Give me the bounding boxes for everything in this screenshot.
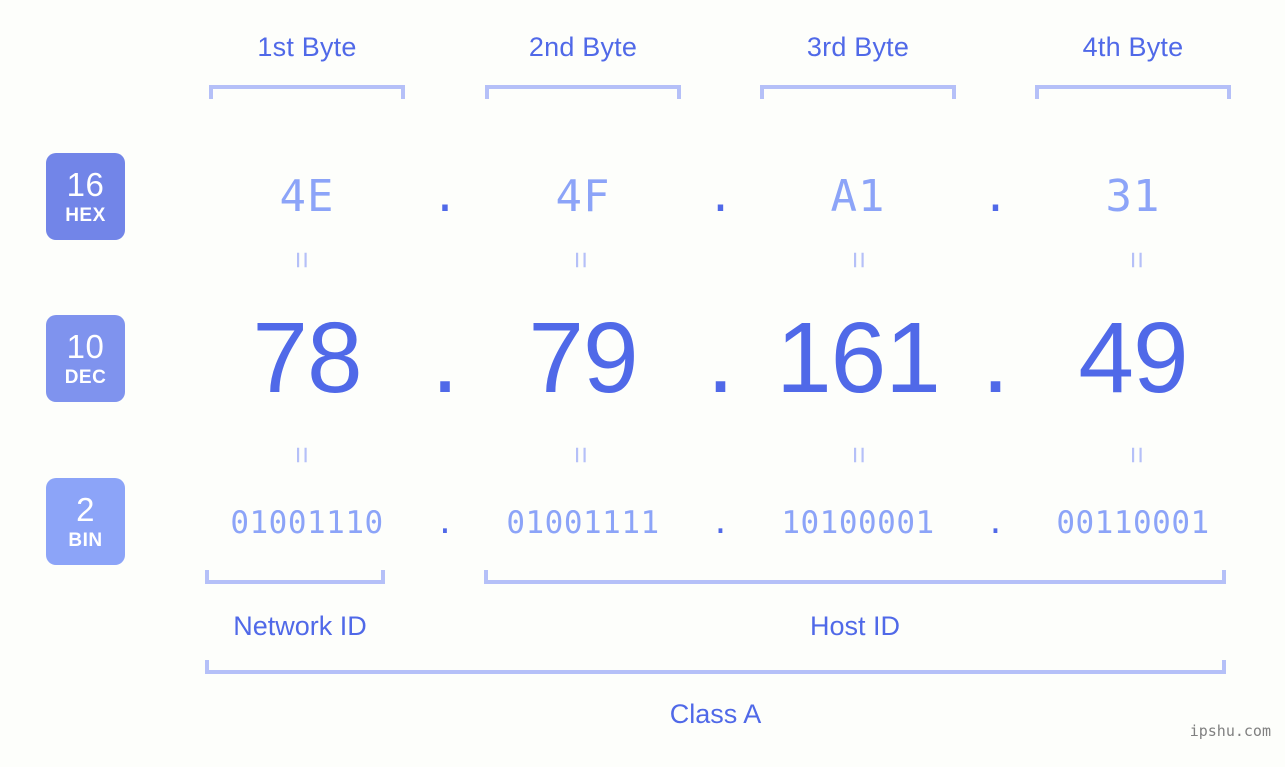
hex-octet-4: 31: [1105, 170, 1161, 222]
byte-header-4: 4th Byte: [1082, 32, 1184, 62]
decimal-octet-4: 49: [1078, 301, 1188, 414]
class-label: Class A: [669, 699, 762, 729]
equals-connector-dec-bin-4: =: [1120, 446, 1153, 464]
ip-address-breakdown-diagram: 1st Byte 2nd Byte 3rd Byte 4th Byte 16 H…: [0, 0, 1285, 767]
hex-separator-3: .: [982, 170, 1009, 222]
binary-separator-2: .: [711, 504, 730, 541]
host-id-bracket: [484, 570, 1226, 584]
base-badge-dec-abbr: DEC: [64, 367, 107, 388]
base-badge-bin-number: 2: [76, 491, 95, 528]
base-badge-hex: 16 HEX: [46, 153, 125, 240]
binary-octet-1: 01001110: [230, 504, 384, 541]
binary-octet-3: 10100001: [781, 504, 935, 541]
decimal-separator-2: .: [706, 301, 735, 414]
hex-octet-3: A1: [830, 170, 886, 222]
hex-octet-1: 4E: [279, 170, 335, 222]
binary-separator-1: .: [435, 504, 455, 541]
hex-separator-2: .: [707, 170, 734, 222]
decimal-separator-3: .: [981, 301, 1010, 414]
base-badge-dec-number: 10: [66, 328, 105, 365]
class-bracket: [205, 660, 1226, 674]
network-id-label: Network ID: [233, 611, 367, 641]
decimal-separator-1: .: [431, 301, 459, 414]
equals-connector-dec-bin-1: =: [285, 446, 318, 464]
byte-header-2: 2nd Byte: [528, 32, 638, 62]
binary-octet-2: 01001111: [506, 504, 660, 541]
base-badge-bin-abbr: BIN: [68, 530, 103, 551]
binary-octet-row: 01001110 . 01001111 . 10100001 . 0011000…: [150, 495, 1250, 550]
byte-bracket-4: [1035, 85, 1231, 99]
binary-separator-3: .: [986, 504, 1005, 541]
decimal-octet-row: 78 . 79 . 161 . 49: [150, 300, 1250, 415]
base-badge-bin: 2 BIN: [46, 478, 125, 565]
byte-bracket-1: [209, 85, 405, 99]
base-badge-dec: 10 DEC: [46, 315, 125, 402]
decimal-octet-3: 161: [776, 301, 941, 414]
equals-connector-hex-dec-2: =: [564, 251, 597, 269]
watermark: ipshu.com: [1189, 722, 1271, 740]
equals-connector-dec-bin-2: =: [564, 446, 597, 464]
hex-octet-2: 4F: [555, 170, 611, 222]
equals-connector-dec-bin-3: =: [842, 446, 875, 464]
equals-connector-hex-dec-3: =: [842, 251, 875, 269]
hex-octet-row: 4E . 4F . A1 . 31: [150, 155, 1250, 237]
equals-connector-hex-dec-4: =: [1120, 251, 1153, 269]
binary-octet-4: 00110001: [1056, 504, 1210, 541]
equals-connector-hex-dec-1: =: [285, 251, 318, 269]
base-badge-hex-number: 16: [66, 166, 105, 203]
host-id-label: Host ID: [809, 611, 901, 641]
decimal-octet-1: 78: [252, 301, 362, 414]
network-id-bracket: [205, 570, 385, 584]
decimal-octet-2: 79: [528, 301, 638, 414]
base-badge-hex-abbr: HEX: [65, 205, 106, 226]
byte-bracket-3: [760, 85, 956, 99]
byte-header-3: 3rd Byte: [806, 32, 910, 62]
byte-bracket-2: [485, 85, 681, 99]
byte-header-1: 1st Byte: [257, 32, 357, 62]
hex-separator-1: .: [431, 170, 459, 222]
